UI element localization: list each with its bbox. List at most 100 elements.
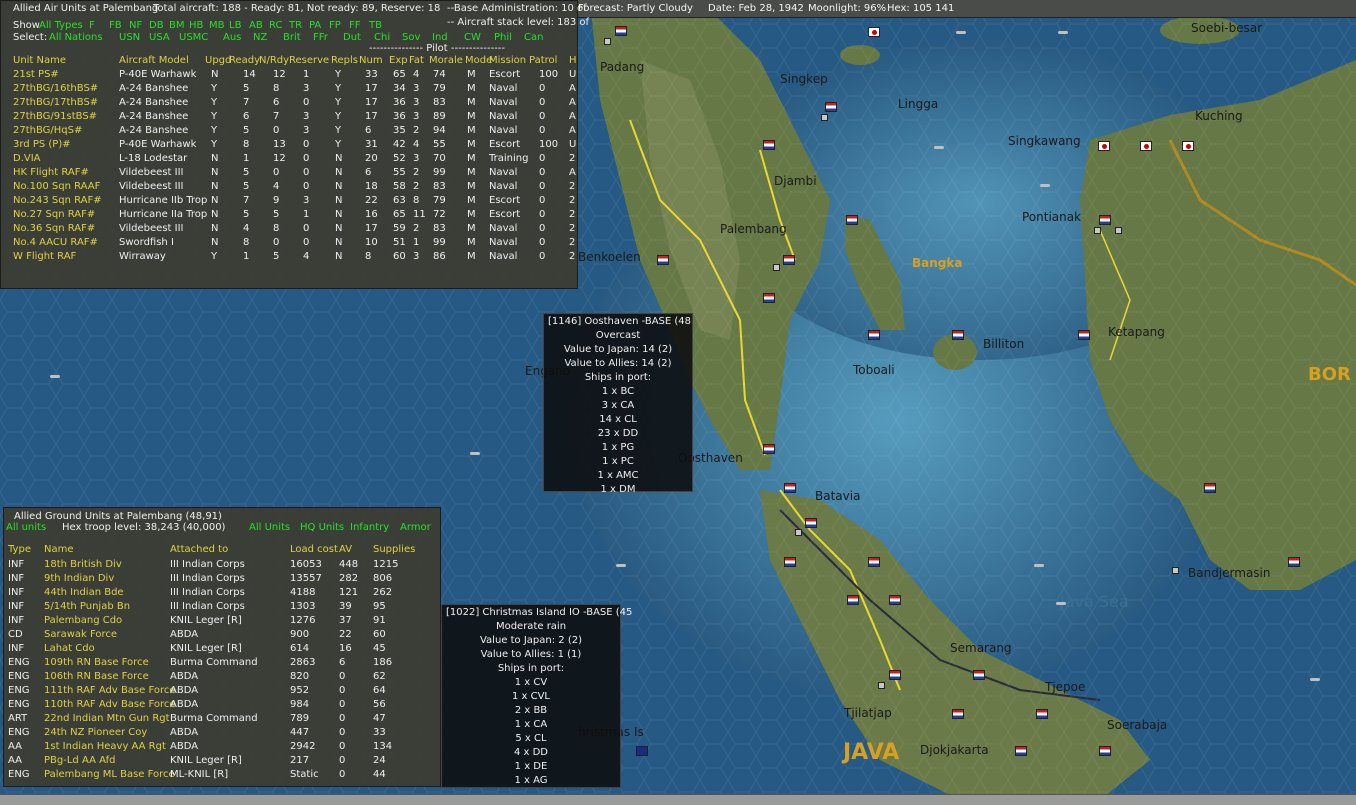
column-header-repls[interactable]: Repls: [331, 55, 358, 66]
base-marker-icon[interactable]: [1115, 227, 1122, 234]
unit-name-link[interactable]: 24th NZ Pioneer Coy: [44, 727, 147, 738]
nation-filter-cw[interactable]: CW: [464, 32, 481, 43]
japanese-flag-icon[interactable]: [868, 27, 880, 37]
unit-name-link[interactable]: 106th RN Base Force: [44, 671, 149, 682]
unit-name-link[interactable]: Lahat Cdo: [44, 643, 95, 654]
type-filter-rc[interactable]: RC: [269, 20, 282, 31]
column-header-h[interactable]: H: [569, 55, 577, 66]
nation-filter-usn[interactable]: USN: [119, 32, 140, 43]
unit-name-link[interactable]: No.4 AACU RAF#: [13, 237, 98, 248]
ship-icon[interactable]: [50, 375, 60, 378]
dutch-flag-icon[interactable]: [952, 709, 964, 719]
ship-icon[interactable]: [1310, 678, 1320, 681]
ship-icon[interactable]: [470, 452, 480, 455]
type-filter-tr[interactable]: TR: [289, 20, 302, 31]
japanese-flag-icon[interactable]: [1140, 141, 1152, 151]
ground-filter-infantry[interactable]: Infantry: [350, 522, 389, 533]
dutch-flag-icon[interactable]: [763, 140, 775, 150]
unit-name-link[interactable]: 1st Indian Heavy AA Rgt: [44, 741, 166, 752]
dutch-flag-icon[interactable]: [973, 670, 985, 680]
dutch-flag-icon[interactable]: [763, 444, 775, 454]
type-filter-ff[interactable]: FF: [349, 20, 361, 31]
japanese-flag-icon[interactable]: [1098, 141, 1110, 151]
nation-filter-all-nations[interactable]: All Nations: [49, 32, 103, 43]
dutch-flag-icon[interactable]: [847, 595, 859, 605]
unit-name-link[interactable]: Palembang ML Base Force: [44, 769, 175, 780]
type-filter-hb[interactable]: HB: [189, 20, 203, 31]
unit-name-link[interactable]: 111th RAF Adv Base Force: [44, 685, 176, 696]
unit-name-link[interactable]: 110th RAF Adv Base Force: [44, 699, 176, 710]
dutch-flag-icon[interactable]: [889, 595, 901, 605]
column-header-mission[interactable]: Mission: [489, 55, 526, 66]
unit-name-link[interactable]: 44th Indian Bde: [44, 587, 124, 598]
base-marker-icon[interactable]: [1172, 567, 1179, 574]
column-header-aircraft-model[interactable]: Aircraft Model: [119, 55, 189, 66]
column-header-morale[interactable]: Morale: [429, 55, 463, 66]
column-header-ready[interactable]: Ready: [229, 55, 260, 66]
nation-filter-ind[interactable]: Ind: [432, 32, 448, 43]
column-header-load-cost[interactable]: Load cost: [290, 544, 338, 555]
ship-icon[interactable]: [1034, 564, 1044, 567]
unit-name-link[interactable]: 3rd PS (P)#: [13, 139, 71, 150]
base-marker-icon[interactable]: [795, 529, 802, 536]
ship-icon[interactable]: [1056, 602, 1066, 605]
dutch-flag-icon[interactable]: [1078, 330, 1090, 340]
unit-name-link[interactable]: No.36 Sqn RAF#: [13, 223, 95, 234]
ship-icon[interactable]: [934, 146, 944, 149]
type-filter-ab[interactable]: AB: [249, 20, 263, 31]
nation-filter-phil[interactable]: Phil: [494, 32, 512, 43]
column-header-type[interactable]: Type: [8, 544, 31, 555]
japanese-flag-icon[interactable]: [1182, 141, 1194, 151]
ground-filter-armor[interactable]: Armor: [400, 522, 431, 533]
column-header-attached-to[interactable]: Attached to: [170, 544, 228, 555]
dutch-flag-icon[interactable]: [952, 330, 964, 340]
dutch-flag-icon[interactable]: [615, 26, 627, 36]
ship-icon[interactable]: [956, 31, 966, 34]
dutch-flag-icon[interactable]: [1015, 746, 1027, 756]
dutch-flag-icon[interactable]: [846, 215, 858, 225]
type-filter-bm[interactable]: BM: [169, 20, 185, 31]
ship-icon[interactable]: [616, 564, 626, 567]
ship-icon[interactable]: [1040, 184, 1050, 187]
type-filter-pa[interactable]: PA: [309, 20, 321, 31]
ship-icon[interactable]: [1058, 31, 1068, 34]
unit-name-link[interactable]: 27thBG/91stBS#: [13, 111, 97, 122]
type-filter-all-types[interactable]: All Types: [39, 20, 83, 31]
column-header-supplies[interactable]: Supplies: [373, 544, 415, 555]
unit-name-link[interactable]: 9th Indian Div: [44, 573, 114, 584]
column-header-num[interactable]: Num: [359, 55, 383, 66]
dutch-flag-icon[interactable]: [1288, 557, 1300, 567]
type-filter-mb[interactable]: MB: [209, 20, 225, 31]
dutch-flag-icon[interactable]: [1204, 483, 1216, 493]
australian-flag-icon[interactable]: [636, 746, 648, 756]
column-header-exp[interactable]: Exp: [389, 55, 408, 66]
unit-name-link[interactable]: 27thBG/16thBS#: [13, 83, 98, 94]
dutch-flag-icon[interactable]: [825, 102, 837, 112]
nation-filter-usa[interactable]: USA: [149, 32, 170, 43]
column-header-upgd[interactable]: Upgd: [205, 55, 231, 66]
unit-name-link[interactable]: Sarawak Force: [44, 629, 117, 640]
type-filter-db[interactable]: DB: [149, 20, 164, 31]
unit-name-link[interactable]: 21st PS#: [13, 69, 59, 80]
unit-name-link[interactable]: No.27 Sqn RAF#: [13, 209, 95, 220]
ground-filter-hq-units[interactable]: HQ Units: [300, 522, 344, 533]
type-filter-fb[interactable]: FB: [109, 20, 122, 31]
dutch-flag-icon[interactable]: [1099, 746, 1111, 756]
nation-filter-nz[interactable]: NZ: [253, 32, 267, 43]
unit-name-link[interactable]: 27thBG/HqS#: [13, 125, 82, 136]
dutch-flag-icon[interactable]: [868, 330, 880, 340]
type-filter-fp[interactable]: FP: [329, 20, 341, 31]
nation-filter-usmc[interactable]: USMC: [179, 32, 208, 43]
type-filter-nf[interactable]: NF: [129, 20, 142, 31]
unit-name-link[interactable]: D.VIA: [13, 153, 41, 164]
unit-name-link[interactable]: No.100 Sqn RAAF: [13, 181, 100, 192]
base-marker-icon[interactable]: [878, 682, 885, 689]
ground-filter-all-units[interactable]: All Units: [249, 522, 290, 533]
all-units-toggle[interactable]: All units: [6, 522, 46, 533]
dutch-flag-icon[interactable]: [784, 483, 796, 493]
nation-filter-ffr[interactable]: FFr: [313, 32, 328, 43]
dutch-flag-icon[interactable]: [1099, 215, 1111, 225]
type-filter-lb[interactable]: LB: [229, 20, 241, 31]
nation-filter-sov[interactable]: Sov: [402, 32, 420, 43]
base-marker-icon[interactable]: [821, 114, 828, 121]
